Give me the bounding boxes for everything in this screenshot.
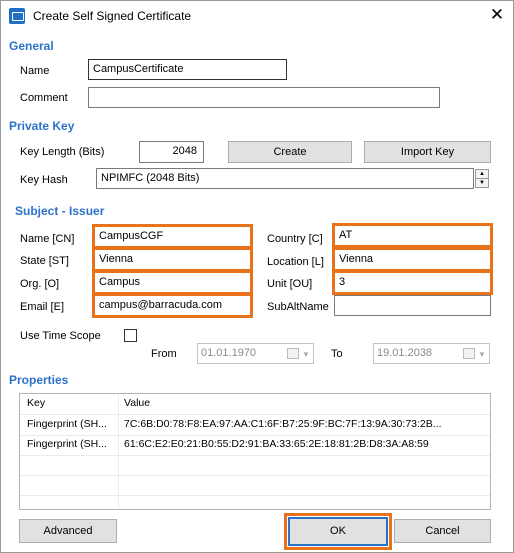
key-hash-field[interactable]: NPIMFC (2048 Bits) [96, 168, 474, 189]
list-header: Key Value [20, 394, 490, 415]
email-field[interactable]: campus@barracuda.com [92, 293, 253, 318]
ok-button[interactable]: OK [284, 513, 392, 550]
row-value: 7C:6B:D0:78:F8:EA:97:AA:C1:6F:B7:25:9F:B… [124, 418, 442, 430]
column-header-key[interactable]: Key [27, 397, 45, 409]
from-date-value: 01.01.1970 [201, 347, 257, 359]
list-item-empty [20, 455, 490, 476]
comment-field[interactable] [88, 87, 440, 108]
general-heading: General [9, 39, 54, 53]
row-key: Fingerprint (SH... [27, 438, 107, 450]
from-label: From [151, 348, 177, 360]
unit-field[interactable]: 3 [332, 270, 493, 295]
calendar-icon[interactable] [287, 348, 299, 359]
email-label: Email [E] [20, 301, 65, 313]
use-time-scope-label: Use Time Scope [20, 330, 101, 342]
certificate-app-icon [9, 8, 25, 24]
name-label: Name [20, 65, 50, 77]
list-item[interactable]: Fingerprint (SH... 61:6C:E2:E0:21:B0:55:… [20, 435, 490, 456]
to-label: To [331, 348, 343, 360]
row-key: Fingerprint (SH... [27, 418, 107, 430]
to-date-value: 19.01.2038 [377, 347, 433, 359]
create-key-button[interactable]: Create [228, 141, 352, 163]
country-field[interactable]: AT [332, 223, 493, 248]
location-field[interactable]: Vienna [332, 247, 493, 272]
name-cn-label: Name [CN] [20, 233, 75, 245]
state-field[interactable]: Vienna [92, 247, 253, 272]
list-item-empty [20, 475, 490, 496]
chevron-down-icon[interactable]: ▼ [302, 348, 310, 362]
name-field[interactable]: CampusCertificate [88, 59, 287, 80]
subaltname-label: SubAltName [267, 301, 329, 313]
calendar-icon[interactable] [463, 348, 475, 359]
private-key-heading: Private Key [9, 119, 75, 133]
key-length-label: Key Length (Bits) [20, 146, 105, 158]
chevron-down-icon[interactable]: ▼ [478, 348, 486, 362]
org-field[interactable]: Campus [92, 270, 253, 295]
spin-down-icon[interactable]: ▼ [475, 178, 489, 188]
list-item[interactable]: Fingerprint (SH... 7C:6B:D0:78:F8:EA:97:… [20, 415, 490, 436]
subaltname-field[interactable] [334, 295, 491, 316]
dialog-window: Create Self Signed Certificate ✕ General… [0, 0, 514, 553]
row-value: 61:6C:E2:E0:21:B0:55:D2:91:BA:33:65:2E:1… [124, 438, 429, 450]
state-label: State [ST] [20, 255, 69, 267]
unit-label: Unit [OU] [267, 278, 313, 290]
name-cn-field[interactable]: CampusCGF [92, 224, 253, 249]
from-date-picker[interactable]: 01.01.1970 ▼ [197, 343, 314, 364]
subject-heading: Subject - Issuer [15, 204, 105, 218]
location-label: Location [L] [267, 256, 324, 268]
properties-heading: Properties [9, 373, 69, 387]
org-label: Org. [O] [20, 278, 60, 290]
comment-label: Comment [20, 92, 68, 104]
key-hash-label: Key Hash [20, 174, 68, 186]
close-icon[interactable]: ✕ [487, 5, 507, 25]
window-title: Create Self Signed Certificate [33, 9, 192, 23]
title-bar: Create Self Signed Certificate ✕ [1, 1, 513, 31]
advanced-button[interactable]: Advanced [19, 519, 117, 543]
column-header-value[interactable]: Value [124, 397, 150, 409]
use-time-scope-checkbox[interactable] [124, 329, 137, 342]
cancel-button[interactable]: Cancel [394, 519, 491, 543]
country-label: Country [C] [267, 233, 323, 245]
to-date-picker[interactable]: 19.01.2038 ▼ [373, 343, 490, 364]
properties-list[interactable]: Key Value Fingerprint (SH... 7C:6B:D0:78… [19, 393, 491, 510]
import-key-button[interactable]: Import Key [364, 141, 491, 163]
key-length-field[interactable]: 2048 [139, 141, 204, 163]
